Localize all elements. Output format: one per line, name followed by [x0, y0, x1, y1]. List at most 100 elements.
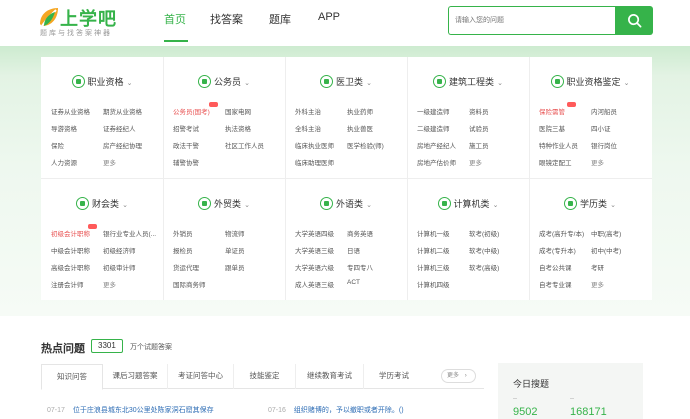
- category-link[interactable]: 社区工作人员: [225, 140, 264, 150]
- category-link[interactable]: 房地产估价师: [417, 157, 456, 167]
- category-title[interactable]: 建筑工程类 ⌄: [407, 75, 529, 95]
- category-link[interactable]: 执业药师: [347, 106, 373, 116]
- category-link[interactable]: 考研: [591, 262, 604, 272]
- category-link[interactable]: 内河船员: [591, 106, 617, 116]
- category-link[interactable]: 辅警协警: [173, 157, 199, 167]
- tab-cert-qa[interactable]: 考证问答中心: [168, 364, 234, 389]
- category-link[interactable]: 执业兽医: [347, 123, 373, 133]
- category-link[interactable]: 房地产经纪人: [417, 140, 456, 150]
- category-link[interactable]: 二级建造师: [417, 123, 450, 133]
- nav-home[interactable]: 首页: [164, 11, 186, 27]
- category-link[interactable]: 导游资格: [51, 123, 77, 133]
- category-link[interactable]: 更多: [591, 279, 604, 289]
- category-link[interactable]: 执法资格: [225, 123, 251, 133]
- nav-app[interactable]: APP: [318, 11, 340, 23]
- tab-homework-answers[interactable]: 课后习题答案: [103, 364, 168, 389]
- category-link[interactable]: 自考专业课: [539, 279, 572, 289]
- category-link[interactable]: 银行岗位: [591, 140, 617, 150]
- category-link[interactable]: 初级审计师: [103, 262, 136, 272]
- category-link[interactable]: 资料员: [469, 106, 489, 116]
- category-link[interactable]: 计算机一级: [417, 228, 450, 238]
- category-link[interactable]: 初级经济师: [103, 245, 136, 255]
- tab-degree-exam[interactable]: 学历考试: [364, 364, 424, 389]
- category-title[interactable]: 外贸类 ⌄: [163, 197, 285, 217]
- category-link[interactable]: 报检员: [173, 245, 193, 255]
- category-link[interactable]: 期货从业资格: [103, 106, 142, 116]
- category-title[interactable]: 外语类 ⌄: [285, 197, 407, 217]
- category-link[interactable]: 医院三基: [539, 123, 565, 133]
- site-logo[interactable]: 上学吧 题库与找答案神器: [38, 4, 148, 38]
- category-link[interactable]: 计算机四级: [417, 279, 450, 289]
- category-link[interactable]: 保险需管: [539, 106, 565, 116]
- category-link[interactable]: 日语: [347, 245, 360, 255]
- category-link[interactable]: 临床执业医师: [295, 140, 334, 150]
- search-input[interactable]: [448, 6, 616, 35]
- category-link[interactable]: 中级会计职称: [51, 245, 90, 255]
- category-link[interactable]: 物流师: [225, 228, 245, 238]
- category-link[interactable]: 跟单员: [225, 262, 245, 272]
- category-link[interactable]: 高级会计职称: [51, 262, 90, 272]
- category-link[interactable]: 软考(初级): [469, 228, 499, 238]
- category-title[interactable]: 医卫类 ⌄: [285, 75, 407, 95]
- category-link[interactable]: 眼镜定配工: [539, 157, 572, 167]
- category-link[interactable]: 初级会计职称: [51, 228, 90, 238]
- category-link[interactable]: 软考(中级): [469, 245, 499, 255]
- category-title[interactable]: 职业资格鉴定 ⌄: [529, 75, 651, 95]
- category-link[interactable]: 专四专八: [347, 262, 373, 272]
- category-link[interactable]: 临床助理医师: [295, 157, 334, 167]
- category-link[interactable]: 房产经纪协理: [103, 140, 142, 150]
- question-item[interactable]: 07-16 组织赌博的，予以撤职或者开除。(): [268, 405, 404, 415]
- category-title[interactable]: 计算机类 ⌄: [407, 197, 529, 217]
- category-link[interactable]: 医学检验(师): [347, 140, 384, 150]
- category-link[interactable]: 大学英语六级: [295, 262, 334, 272]
- category-link[interactable]: 国际商务师: [173, 279, 206, 289]
- more-button[interactable]: 更多 ›: [441, 369, 476, 383]
- category-title[interactable]: 学历类 ⌄: [529, 197, 651, 217]
- category-link[interactable]: 商务英语: [347, 228, 373, 238]
- category-link[interactable]: 大学英语四级: [295, 228, 334, 238]
- category-link[interactable]: 特种作业人员: [539, 140, 578, 150]
- category-link[interactable]: 更多: [469, 157, 482, 167]
- nav-question-bank[interactable]: 题库: [269, 11, 291, 27]
- category-link[interactable]: 成考(专升本): [539, 245, 576, 255]
- category-title[interactable]: 财会类 ⌄: [41, 197, 163, 217]
- nav-find-answer[interactable]: 找答案: [210, 11, 243, 27]
- category-link[interactable]: 国家电网: [225, 106, 251, 116]
- search-button[interactable]: [615, 6, 653, 35]
- category-link[interactable]: 试验员: [469, 123, 489, 133]
- category-link[interactable]: 更多: [103, 279, 116, 289]
- category-link[interactable]: 大学英语三级: [295, 245, 334, 255]
- tab-continuing-edu[interactable]: 继续教育考试: [296, 364, 364, 389]
- category-link[interactable]: 施工员: [469, 140, 489, 150]
- category-link[interactable]: 外科主治: [295, 106, 321, 116]
- question-item[interactable]: 07-17 位于庄浪县城东北30公里处陈家洞石窟其保存: [47, 405, 214, 415]
- category-link[interactable]: 一级建造师: [417, 106, 450, 116]
- category-link[interactable]: 公务员(国考): [173, 106, 210, 116]
- category-link[interactable]: 全科主治: [295, 123, 321, 133]
- category-link[interactable]: 单证员: [225, 245, 245, 255]
- category-link[interactable]: 更多: [103, 157, 116, 167]
- category-link[interactable]: 四小证: [591, 123, 611, 133]
- category-link[interactable]: 外销员: [173, 228, 193, 238]
- category-link[interactable]: 注册会计师: [51, 279, 84, 289]
- category-link[interactable]: 证券从业资格: [51, 106, 90, 116]
- category-link[interactable]: 软考(高级): [469, 262, 499, 272]
- category-link[interactable]: 保险: [51, 140, 64, 150]
- category-link[interactable]: 计算机三级: [417, 262, 450, 272]
- category-link[interactable]: 中职(高考): [591, 228, 621, 238]
- category-title[interactable]: 公务员 ⌄: [163, 75, 285, 95]
- category-link[interactable]: ACT: [347, 279, 360, 286]
- category-link[interactable]: 证券经纪人: [103, 123, 136, 133]
- category-link[interactable]: 货运代理: [173, 262, 199, 272]
- category-link[interactable]: 人力资源: [51, 157, 77, 167]
- category-link[interactable]: 成考(高升专/本): [539, 228, 584, 238]
- category-link[interactable]: 成人英语三级: [295, 279, 334, 289]
- category-link[interactable]: 更多: [591, 157, 604, 167]
- category-link[interactable]: 初中(中考): [591, 245, 621, 255]
- category-title[interactable]: 职业资格 ⌄: [41, 75, 163, 95]
- category-link[interactable]: 银行业专业人员(...: [103, 228, 156, 238]
- category-link[interactable]: 招警考试: [173, 123, 199, 133]
- tab-knowledge-qa[interactable]: 知识问答: [41, 364, 103, 390]
- category-link[interactable]: 政法干警: [173, 140, 199, 150]
- category-link[interactable]: 自考公共课: [539, 262, 572, 272]
